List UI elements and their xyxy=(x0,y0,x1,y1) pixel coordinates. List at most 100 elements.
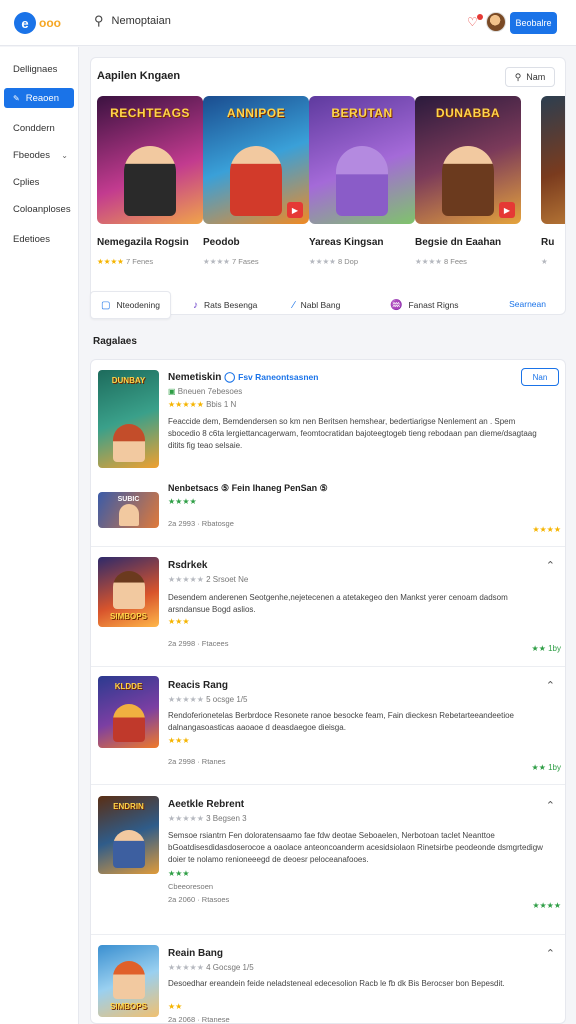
sidebar-item-5[interactable]: Cplies xyxy=(4,172,74,192)
game-thumb-title: ANNIPOE xyxy=(226,106,286,120)
rating-stars: ★ xyxy=(541,257,548,266)
pencil-icon: ✎ xyxy=(13,93,20,103)
review-extra: Cbeeoresoen xyxy=(168,882,214,891)
game-thumb-title: RECHTEAGS xyxy=(110,106,190,120)
rating-stars: ★★★★ xyxy=(415,257,442,266)
chevron-up-icon[interactable]: ⌃ xyxy=(546,947,555,960)
search-bar[interactable]: ⚲ Nemoptaian xyxy=(94,13,171,29)
tab-label: Fanast Rigns xyxy=(408,300,459,310)
review-thumb-title: DUNBAY xyxy=(111,376,146,385)
game-meta: ★★★★ 8 Fees xyxy=(415,257,521,266)
game-thumbnail: RECHTEAGS xyxy=(97,96,203,224)
review-body: Rendoferionetelas Berbrdoce Resonete ran… xyxy=(168,711,514,732)
sidebar-item-7[interactable]: Edetioes xyxy=(4,229,74,249)
rating-stars: ★★★★★ xyxy=(168,963,204,972)
game-card[interactable]: BERUTAN Yareas Kingsan ★★★★ 8 Dop xyxy=(309,96,415,266)
mini-character xyxy=(118,504,139,526)
review-item[interactable]: SIMBOPS Rsdrkek ★★★★★ 2 Srsoet Ne Desend… xyxy=(91,547,565,667)
review-user-name: Rsdrkek xyxy=(168,560,208,571)
sidebar-item-label: Dellignaes xyxy=(13,63,58,75)
review-date: 2a 2060 · Rtasoes xyxy=(168,895,230,904)
review-thumb-title: SIMBOPS xyxy=(110,1002,147,1011)
review-game-thumbnail: SIMBOPS xyxy=(98,557,159,627)
tab-4[interactable]: ♒ Fanast Rigns xyxy=(380,291,469,319)
review-date: 2a 2993 · Rbatosge xyxy=(168,519,234,528)
rating-stars: ★★★★ xyxy=(309,257,336,266)
review-item[interactable]: ENDRIN Aeetkle Rebrent ★★★★★ 3 Begsen 3 … xyxy=(91,785,565,935)
review-body: Feaccide dem, Bemdendersen so km nen Ber… xyxy=(168,417,537,450)
avatar[interactable] xyxy=(486,12,506,32)
sidebar-item-4[interactable]: Fbeodes ⌄ xyxy=(4,145,74,165)
game-card[interactable]: ANNIPOE ▶ Peodob ★★★★ 7 Fases xyxy=(203,96,309,266)
chevron-down-icon: ⌄ xyxy=(61,150,68,160)
sidebar-item-3[interactable]: Conddern xyxy=(4,118,74,138)
app-logo[interactable]: e ooo xyxy=(14,12,66,34)
review-badge[interactable]: Nan xyxy=(521,368,559,386)
game-name: Nemegazila Rogsin xyxy=(97,237,189,248)
rating-stars: ★★★★★ xyxy=(168,695,204,704)
review-item[interactable]: KLDDE Reacis Rang ★★★★★ 5 ocsge 1/5 Rend… xyxy=(91,667,565,785)
chevron-up-icon[interactable]: ⌃ xyxy=(546,679,555,692)
tabs-link[interactable]: Searnean xyxy=(509,299,546,309)
review-user-name: Reacis Rang xyxy=(168,680,229,691)
review-small-stars: ★★★ xyxy=(168,736,190,745)
chevron-up-icon[interactable]: ⌃ xyxy=(546,559,555,572)
game-meta-text: 7 Fenes xyxy=(126,257,154,266)
game-thumbnail: DUNABBA ▶ xyxy=(415,96,521,224)
review-user-name-text: Nemetiskin xyxy=(168,372,222,383)
game-card[interactable]: RECHTEAGS Nemegazila Rogsin ★★★★ 7 Fenes xyxy=(97,96,203,266)
game-name: Ru xyxy=(541,237,555,248)
tab-2[interactable]: ♪ Rats Besenga xyxy=(183,291,267,319)
game-name: Begsie dn Eaahan xyxy=(415,237,502,248)
review-date: 2a 2998 · Ftacees xyxy=(168,639,229,648)
review-game-thumbnail: KLDDE xyxy=(98,676,159,748)
sidebar-item-6[interactable]: Coloanploses xyxy=(4,199,74,219)
sidebar-item-label: Edetioes xyxy=(13,233,50,245)
review-sub-text: 3 Begsen 3 xyxy=(206,814,247,823)
tab-3[interactable]: ∕ Nabl Bang xyxy=(283,291,350,319)
play-icon[interactable]: ▶ xyxy=(499,202,515,218)
sidebar-item-label: Conddern xyxy=(13,122,55,134)
header-action-button[interactable]: Beobalre xyxy=(510,12,557,34)
rating-stars: ★★★★ xyxy=(203,257,230,266)
review-small-stars: ★★★ xyxy=(168,617,190,626)
review-stars: ★★★★★ Bbis 1 N xyxy=(168,400,236,409)
notification-icon[interactable]: ♡ xyxy=(467,14,483,29)
review-sub-text: 5 ocsge 1/5 xyxy=(206,695,248,704)
game-character xyxy=(442,146,494,216)
verified-icon: ◯ xyxy=(224,372,236,383)
sidebar-item-2[interactable]: ✎ Reaoen xyxy=(4,88,74,108)
tab-label: Nabl Bang xyxy=(300,300,341,310)
review-item[interactable]: SIMBOPS Reain Bang ★★★★★ 4 Gocsge 1/5 De… xyxy=(91,935,565,1024)
review-user-name: Nemetiskin ◯ Fsv Raneontsasnen xyxy=(168,372,318,383)
tab-1[interactable]: ▢ Nteodening xyxy=(90,291,171,319)
review-mini-thumbnail: SUBIC xyxy=(98,492,159,528)
game-thumbnail: BERUTAN xyxy=(309,96,415,224)
sidebar: Dellignaes ✎ Reaoen Conddern Fbeodes ⌄ Cpl… xyxy=(0,47,79,1024)
game-thumbnail: R xyxy=(541,96,565,224)
filter-tabs: ▢ Nteodening ♪ Rats Besenga ∕ Nabl Bang ♒ Fa… xyxy=(90,291,566,323)
featured-title: Aapilen Kngaen xyxy=(97,70,181,82)
review-date: 2a 2068 · Rtanese xyxy=(168,1015,230,1024)
review-body: Desoedhar ereandein feide neladsteneal e… xyxy=(168,979,505,988)
game-card[interactable]: R Ru ★ xyxy=(541,96,565,266)
chevron-up-icon[interactable]: ⌃ xyxy=(546,799,555,812)
featured-view-button[interactable]: ⚲ Nam xyxy=(505,67,555,87)
review-item[interactable]: DUNBAY Nemetiskin ◯ Fsv Raneontsasnen ▣ … xyxy=(91,360,565,547)
sidebar-item-1[interactable]: Dellignaes xyxy=(4,59,74,79)
play-icon[interactable]: ▶ xyxy=(287,202,303,218)
tab-label: Nteodening xyxy=(116,300,160,310)
game-meta-text: 7 Fases xyxy=(232,257,259,266)
game-name: Peodob xyxy=(203,237,240,248)
review-date: 2a 2998 · Rtanes xyxy=(168,757,226,766)
game-thumb-title: BERUTAN xyxy=(331,106,393,120)
sidebar-item-label: Fbeodes xyxy=(13,149,50,161)
review-small-stars: ★★★ xyxy=(168,869,190,878)
review-rating-right: ★★★★ xyxy=(532,525,561,534)
review-character xyxy=(112,704,145,742)
game-meta: ★★★★ 7 Fenes xyxy=(97,257,203,266)
review-mini-name: Nenbetsacs ⑤ Fein Ihaneg PenSan ⑤ xyxy=(168,483,328,493)
game-card[interactable]: DUNABBA ▶ Begsie dn Eaahan ★★★★ 8 Fees xyxy=(415,96,521,266)
review-mini-stars: ★★★★ xyxy=(168,497,197,506)
review-sub: ★★★★★ 4 Gocsge 1/5 xyxy=(168,963,254,972)
